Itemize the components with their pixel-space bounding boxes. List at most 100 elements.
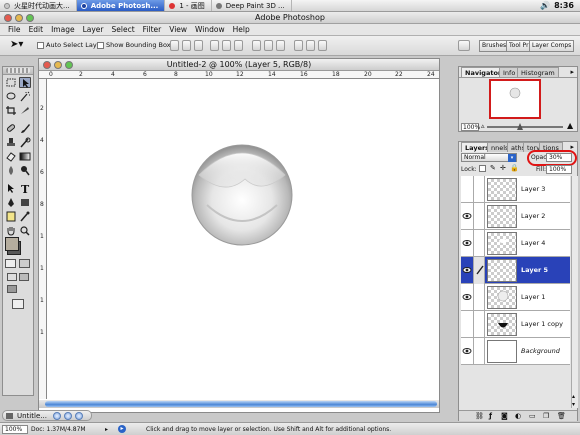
zoom-document-button[interactable] xyxy=(65,61,73,69)
history-brush-tool-icon[interactable] xyxy=(19,137,31,148)
slider-handle[interactable] xyxy=(517,123,523,130)
lock-position-icon[interactable]: ✛ xyxy=(500,164,506,172)
gradient-tool-icon[interactable] xyxy=(19,151,31,162)
zoom-tool-icon[interactable] xyxy=(19,225,31,236)
scroll-thumb[interactable] xyxy=(45,401,437,407)
lock-pixels-icon[interactable]: ✎ xyxy=(490,164,496,172)
foreground-color-swatch[interactable] xyxy=(5,237,19,251)
panel-menu-icon[interactable]: ▸ xyxy=(570,68,574,76)
blur-tool-icon[interactable] xyxy=(5,165,17,176)
screen-mode-menu-button[interactable] xyxy=(19,273,29,281)
layer-row-3[interactable]: Layer 3 xyxy=(461,176,570,203)
layer-row-1-copy[interactable]: Layer 1 copy xyxy=(461,311,570,338)
brush-tool-icon[interactable] xyxy=(19,123,31,134)
move-tool-icon[interactable] xyxy=(19,77,31,88)
speaker-icon[interactable]: 🔊 xyxy=(540,1,550,10)
align-top-button[interactable] xyxy=(170,40,179,51)
zoom-in-icon[interactable]: ▲ xyxy=(567,121,573,130)
menu-edit[interactable]: Edit xyxy=(25,25,48,34)
menu-image[interactable]: Image xyxy=(47,25,79,34)
link-layers-icon[interactable]: ⛓ xyxy=(475,412,484,420)
well-tool-presets[interactable]: Tool Pr xyxy=(506,40,532,52)
standard-mode-button[interactable] xyxy=(5,259,16,268)
menu-file[interactable]: File xyxy=(4,25,25,34)
minimized-document[interactable]: Untitle... xyxy=(2,410,92,421)
close-window-button[interactable] xyxy=(4,14,12,22)
lock-transparency-checkbox[interactable] xyxy=(479,165,486,172)
type-tool-icon[interactable]: T xyxy=(19,183,31,194)
lasso-tool-icon[interactable] xyxy=(5,91,17,102)
notes-tool-icon[interactable] xyxy=(5,211,17,222)
eye-icon[interactable] xyxy=(462,292,472,302)
brush-icon[interactable] xyxy=(473,257,485,284)
layer-link-box[interactable] xyxy=(473,284,485,311)
bounding-box-checkbox[interactable] xyxy=(97,42,104,49)
layer-link-box[interactable] xyxy=(473,203,485,230)
horizontal-scrollbar[interactable] xyxy=(39,400,439,408)
file-browser-button[interactable] xyxy=(458,40,470,51)
navigator-zoom-field[interactable]: 100% xyxy=(461,123,480,131)
scroll-up-icon[interactable]: ▴ xyxy=(572,393,575,400)
blend-mode-select[interactable]: Normal ▾ xyxy=(461,153,517,162)
doc-button-zoom[interactable] xyxy=(75,412,83,420)
tab-histogram[interactable]: Histogram xyxy=(517,67,559,77)
layers-scrollbar[interactable]: ▴ ▾ xyxy=(571,176,578,408)
layer-row-1[interactable]: Layer 1 xyxy=(461,284,570,311)
screen-mode-standard-button[interactable] xyxy=(7,273,17,281)
fill-field[interactable]: 100% xyxy=(546,165,572,174)
layer-row-5[interactable]: Layer 5 xyxy=(461,257,570,284)
healing-brush-tool-icon[interactable] xyxy=(5,123,17,134)
eye-icon[interactable] xyxy=(462,211,472,221)
well-brushes[interactable]: Brushes xyxy=(479,40,510,52)
distribute-top-button[interactable] xyxy=(252,40,261,51)
menu-help[interactable]: Help xyxy=(229,25,254,34)
shape-tool-icon[interactable] xyxy=(19,197,31,208)
eraser-tool-icon[interactable] xyxy=(5,151,17,162)
screen-mode-full-button[interactable] xyxy=(7,285,17,293)
menu-window[interactable]: Window xyxy=(191,25,229,34)
layer-link-box[interactable] xyxy=(473,311,485,338)
canvas[interactable] xyxy=(47,79,439,399)
eye-icon[interactable] xyxy=(462,265,472,275)
eyedropper-tool-icon[interactable] xyxy=(19,211,31,222)
distribute-left-button[interactable] xyxy=(294,40,303,51)
menu-select[interactable]: Select xyxy=(108,25,139,34)
zoom-out-icon[interactable]: ▵ xyxy=(481,122,485,130)
layer-link-box[interactable] xyxy=(473,338,485,365)
zoom-window-button[interactable] xyxy=(26,14,34,22)
navigator-preview[interactable] xyxy=(489,79,541,119)
path-selection-tool-icon[interactable] xyxy=(5,183,17,194)
eye-icon[interactable] xyxy=(462,346,472,356)
eye-icon[interactable] xyxy=(462,238,472,248)
taskbar-tab-1[interactable]: Adobe Photosh... xyxy=(76,0,166,11)
well-layer-comps[interactable]: Layer Comps xyxy=(529,40,575,52)
jump-to-imageready-button[interactable] xyxy=(12,299,24,309)
scroll-down-icon[interactable]: ▾ xyxy=(572,401,575,408)
doc-button-close[interactable] xyxy=(53,412,61,420)
align-right-button[interactable] xyxy=(234,40,243,51)
status-menu-arrow-icon[interactable]: ▸ xyxy=(105,426,108,433)
align-bottom-button[interactable] xyxy=(194,40,203,51)
layer-link-box[interactable] xyxy=(473,230,485,257)
clone-stamp-tool-icon[interactable] xyxy=(5,137,17,148)
new-layer-icon[interactable]: ❐ xyxy=(543,412,549,420)
distribute-bottom-button[interactable] xyxy=(276,40,285,51)
layer-mask-icon[interactable]: ◙ xyxy=(501,412,508,420)
align-hcenter-button[interactable] xyxy=(222,40,231,51)
menu-view[interactable]: View xyxy=(165,25,191,34)
new-fill-layer-icon[interactable]: ◐ xyxy=(515,412,521,420)
status-zoom-field[interactable]: 100% xyxy=(2,425,28,434)
distribute-vcenter-button[interactable] xyxy=(264,40,273,51)
align-vcenter-button[interactable] xyxy=(182,40,191,51)
layer-row-4[interactable]: Layer 4 xyxy=(461,230,570,257)
minimize-window-button[interactable] xyxy=(15,14,23,22)
menu-filter[interactable]: Filter xyxy=(139,25,166,34)
layer-row-background[interactable]: Background xyxy=(461,338,570,365)
minimize-document-button[interactable] xyxy=(54,61,62,69)
quick-mask-button[interactable] xyxy=(19,259,30,268)
doc-size-info[interactable]: Doc: 1.37M/4.87M xyxy=(31,426,86,433)
trash-icon[interactable]: 🗑 xyxy=(557,412,566,420)
crop-tool-icon[interactable] xyxy=(5,105,17,116)
align-left-button[interactable] xyxy=(210,40,219,51)
magic-wand-tool-icon[interactable] xyxy=(19,91,31,102)
